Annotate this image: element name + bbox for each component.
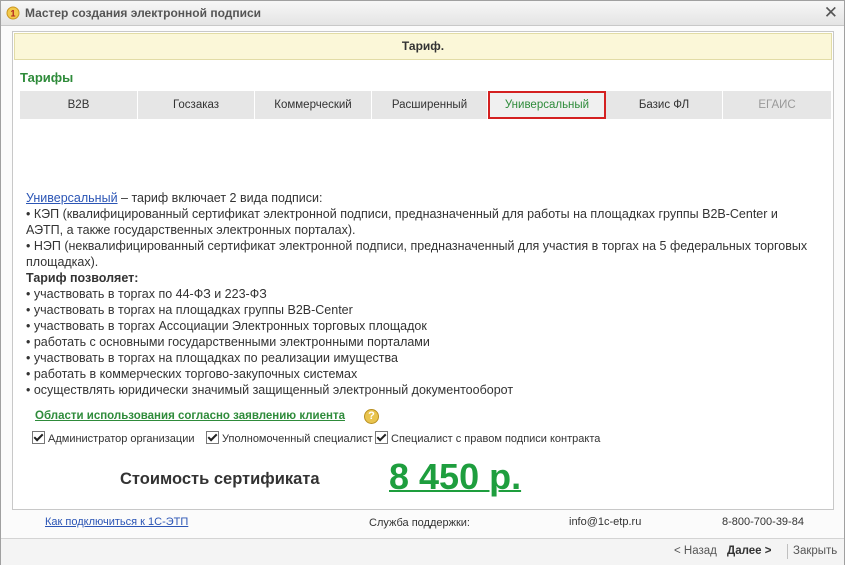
- wizard-nav: < Назад Далее > Закрыть: [1, 538, 844, 565]
- feature-item: • осуществлять юридически значимый защищ…: [26, 383, 514, 397]
- tab-universal[interactable]: Универсальный: [488, 91, 606, 119]
- feature-item: • участвовать в торгах на площадках груп…: [26, 303, 353, 317]
- checkbox-checked-icon[interactable]: [375, 431, 388, 444]
- support-phone: 8-800-700-39-84: [722, 516, 804, 528]
- description-line: • КЭП (квалифицированный сертификат элек…: [26, 207, 778, 237]
- feature-item: • работать в коммерческих торгово-закупо…: [26, 367, 358, 381]
- checkbox-signing-specialist[interactable]: Специалист с правом подписи контракта: [375, 431, 600, 445]
- wizard-content: Тариф. Тарифы B2B Госзаказ Коммерческий …: [12, 31, 834, 510]
- checkbox-label: Специалист с правом подписи контракта: [391, 433, 601, 445]
- feature-item: • участвовать в торгах по 44-ФЗ и 223-ФЗ: [26, 287, 267, 301]
- next-button[interactable]: Далее >: [727, 545, 771, 557]
- feature-item: • участвовать в торгах на площадках по р…: [26, 351, 398, 365]
- how-to-connect-link[interactable]: Как подключиться к 1С-ЭТП: [45, 516, 188, 528]
- app-icon: 1: [6, 6, 20, 20]
- tab-extended[interactable]: Расширенный: [372, 91, 488, 119]
- checkbox-admin[interactable]: Администратор организации: [32, 431, 195, 445]
- wizard-window: 1 Мастер создания электронной подписи ✕ …: [0, 0, 845, 565]
- tab-commercial[interactable]: Коммерческий: [255, 91, 372, 119]
- help-icon[interactable]: ?: [364, 409, 379, 424]
- allows-heading: Тариф позволяет:: [26, 271, 139, 285]
- tab-goszakaz[interactable]: Госзаказ: [138, 91, 255, 119]
- tab-egais[interactable]: ЕГАИС: [723, 91, 831, 119]
- support-email: info@1c-etp.ru: [569, 516, 642, 528]
- window-title: Мастер создания электронной подписи: [25, 6, 262, 20]
- checkbox-checked-icon[interactable]: [206, 431, 219, 444]
- tariff-description: Универсальный – тариф включает 2 вида по…: [26, 190, 816, 398]
- close-icon[interactable]: ✕: [824, 3, 838, 23]
- checkbox-label: Администратор организации: [48, 433, 195, 445]
- tab-b2b[interactable]: B2B: [20, 91, 138, 119]
- cost-value[interactable]: 8 450 р.: [389, 456, 521, 498]
- tab-basis-fl[interactable]: Базис ФЛ: [606, 91, 723, 119]
- close-button[interactable]: Закрыть: [793, 545, 837, 557]
- description-intro: Универсальный – тариф включает 2 вида по…: [26, 190, 816, 206]
- feature-item: • участвовать в торгах Ассоциации Электр…: [26, 319, 427, 333]
- nav-divider: [787, 544, 788, 559]
- step-banner: Тариф.: [14, 33, 832, 60]
- tariffs-title: Тарифы: [20, 70, 74, 85]
- support-label: Служба поддержки:: [369, 517, 470, 529]
- checkbox-checked-icon[interactable]: [32, 431, 45, 444]
- svg-text:1: 1: [10, 9, 15, 19]
- intro-text: – тариф включает 2 вида подписи:: [117, 191, 323, 205]
- universal-link[interactable]: Универсальный: [26, 191, 118, 205]
- checkbox-authorized-specialist[interactable]: Уполномоченный специалист: [206, 431, 373, 445]
- title-bar: 1 Мастер создания электронной подписи ✕: [1, 1, 844, 26]
- checkbox-label: Уполномоченный специалист: [222, 433, 373, 445]
- usage-areas-title: Области использования согласно заявлению…: [35, 410, 345, 422]
- back-button[interactable]: < Назад: [674, 545, 717, 557]
- cost-label: Стоимость сертификата: [120, 470, 320, 488]
- description-line: • НЭП (неквалифицированный сертификат эл…: [26, 239, 808, 269]
- tariff-tabs: B2B Госзаказ Коммерческий Расширенный Ун…: [20, 91, 831, 119]
- feature-item: • работать с основными государственными …: [26, 335, 430, 349]
